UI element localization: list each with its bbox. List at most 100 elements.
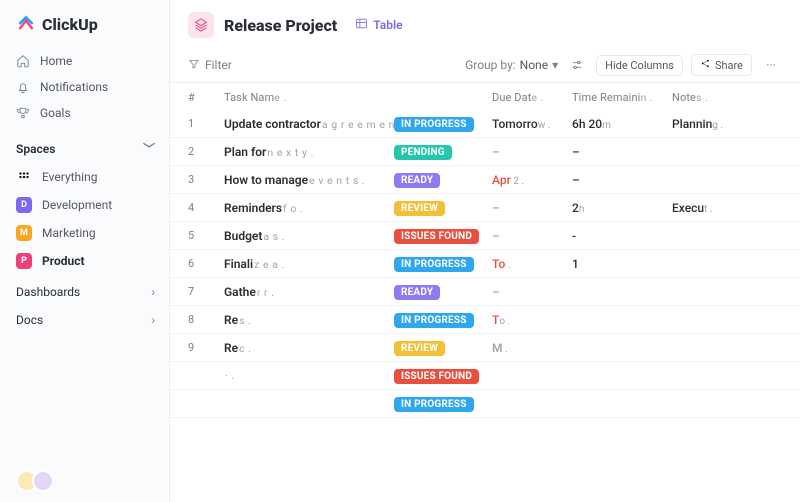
cell-due[interactable]: – <box>492 145 572 159</box>
cell-task[interactable]: Res . <box>224 313 394 327</box>
logo[interactable]: ClickUp <box>0 14 169 48</box>
share-icon <box>700 58 711 72</box>
cell-due[interactable]: – <box>492 201 572 215</box>
col-time[interactable]: Time Remainin . <box>572 91 672 104</box>
table-row[interactable]: 6Finaliz e a .IN PROGRESSTo .1 <box>170 250 800 278</box>
nav-goals[interactable]: Goals <box>0 100 169 126</box>
col-notes[interactable]: Notes . <box>672 91 750 104</box>
cell-status[interactable]: IN PROGRESS <box>394 256 492 272</box>
table-header-row: # Task Name . Due Date . Time Remainin .… <box>170 83 800 110</box>
cell-status[interactable]: IN PROGRESS <box>394 116 492 132</box>
col-due[interactable]: Due Date . <box>492 91 572 104</box>
col-task[interactable]: Task Name . <box>224 91 394 104</box>
space-item-label: Marketing <box>42 226 96 240</box>
cell-due[interactable]: Tomorrow . <box>492 117 572 131</box>
cell-status[interactable]: READY <box>394 284 492 300</box>
more-button[interactable]: ··· <box>760 54 782 76</box>
bell-icon <box>16 80 30 94</box>
task-table: # Task Name . Due Date . Time Remainin .… <box>170 83 800 502</box>
cell-task[interactable]: Finaliz e a . <box>224 257 394 271</box>
spaces-header[interactable]: Spaces ﹀ <box>0 126 169 163</box>
cell-status[interactable]: IN PROGRESS <box>394 396 492 412</box>
space-list: DDevelopment M Marketing PProduct <box>0 191 169 275</box>
table-row[interactable]: 4Reminders f o .REVIEW–2hExecut . <box>170 194 800 222</box>
cell-num: 6 <box>188 257 224 270</box>
col-num[interactable]: # <box>188 91 224 104</box>
groupby-select[interactable]: Group by: None ▾ <box>465 58 558 72</box>
table-row[interactable]: IN PROGRESS <box>170 390 800 418</box>
cell-status[interactable]: REVIEW <box>394 340 492 356</box>
cell-time[interactable]: 2h <box>572 201 672 215</box>
table-row[interactable]: 3How to manage e v e n t s .READYApr 2 .… <box>170 166 800 194</box>
space-everything[interactable]: Everything <box>0 163 169 191</box>
space-item-label: Development <box>42 198 112 212</box>
space-item-development[interactable]: DDevelopment <box>0 191 169 219</box>
cell-task[interactable]: How to manage e v e n t s . <box>224 173 394 187</box>
cell-status[interactable]: ISSUES FOUND <box>394 368 492 384</box>
cell-task[interactable]: · . <box>224 369 394 382</box>
nav-home[interactable]: Home <box>0 48 169 74</box>
cell-time[interactable]: 6h 20m <box>572 117 672 131</box>
cell-task[interactable]: Reminders f o . <box>224 201 394 215</box>
space-badge-icon: P <box>16 253 32 269</box>
nav-docs-label: Docs <box>16 313 43 327</box>
nav-notifications[interactable]: Notifications <box>0 74 169 100</box>
sidebar: ClickUp Home Notifications Goals Spaces … <box>0 0 170 502</box>
page-title: Release Project <box>224 16 337 35</box>
cell-num: 1 <box>188 117 224 130</box>
table-row[interactable]: 2Plan for n e x t y .PENDING–– <box>170 138 800 166</box>
nav-dashboards[interactable]: Dashboards › <box>0 275 169 303</box>
space-badge-icon: M <box>16 225 32 241</box>
nav-home-label: Home <box>40 54 72 68</box>
cell-notes[interactable]: Planning . <box>672 117 750 131</box>
space-item-marketing[interactable]: M Marketing <box>0 219 169 247</box>
view-tab-table[interactable]: Table <box>355 17 402 33</box>
share-button[interactable]: Share <box>691 54 752 76</box>
primary-nav: Home Notifications Goals <box>0 48 169 126</box>
cell-status[interactable]: PENDING <box>394 144 492 160</box>
filter-button[interactable]: Filter <box>188 58 232 73</box>
cell-task[interactable]: Gather r . <box>224 285 394 299</box>
cell-notes[interactable]: Execut . <box>672 201 750 215</box>
cell-task[interactable]: Plan for n e x t y . <box>224 145 394 159</box>
cell-time[interactable]: - <box>572 229 672 243</box>
cell-status[interactable]: READY <box>394 172 492 188</box>
nav-goals-label: Goals <box>40 106 71 120</box>
cell-due[interactable]: – <box>492 229 572 243</box>
filter-label: Filter <box>205 58 232 72</box>
cell-due[interactable]: Apr 2 . <box>492 173 572 187</box>
spaces-header-label: Spaces <box>16 142 55 156</box>
cell-task[interactable]: Budget a s . <box>224 229 394 243</box>
cell-time[interactable]: – <box>572 173 672 187</box>
cell-due[interactable]: To . <box>492 257 572 271</box>
cell-time[interactable]: 1 <box>572 257 672 271</box>
groupby-label: Group by: <box>465 58 516 72</box>
table-icon <box>355 17 368 33</box>
cell-task[interactable]: Update contractor a g r e e m e n . <box>224 117 394 131</box>
avatar-group[interactable] <box>0 470 169 492</box>
cell-time[interactable]: – <box>572 145 672 159</box>
home-icon <box>16 54 30 68</box>
hide-columns-button[interactable]: Hide Columns <box>596 55 683 76</box>
table-row[interactable]: 5Budget a s .ISSUES FOUND–- <box>170 222 800 250</box>
grid-icon <box>16 169 32 185</box>
settings-button[interactable] <box>566 54 588 76</box>
cell-status[interactable]: IN PROGRESS <box>394 312 492 328</box>
groupby-value: None <box>520 58 548 72</box>
cell-status[interactable]: REVIEW <box>394 200 492 216</box>
nav-docs[interactable]: Docs › <box>0 303 169 331</box>
table-row[interactable]: 7Gather r .READY– <box>170 278 800 306</box>
cell-due[interactable]: To . <box>492 313 572 327</box>
logo-mark-icon <box>16 14 36 34</box>
table-row[interactable]: 9Rec .REVIEWM . <box>170 334 800 362</box>
cell-due[interactable]: M . <box>492 341 572 355</box>
cell-due[interactable]: – <box>492 285 572 299</box>
logo-text: ClickUp <box>42 15 98 34</box>
space-item-product[interactable]: PProduct <box>0 247 169 275</box>
cell-status[interactable]: ISSUES FOUND <box>394 228 492 244</box>
table-row[interactable]: · .ISSUES FOUND <box>170 362 800 390</box>
cell-task[interactable]: Rec . <box>224 341 394 355</box>
table-row[interactable]: 1Update contractor a g r e e m e n .IN P… <box>170 110 800 138</box>
avatar <box>32 470 54 492</box>
table-row[interactable]: 8Res .IN PROGRESSTo . <box>170 306 800 334</box>
